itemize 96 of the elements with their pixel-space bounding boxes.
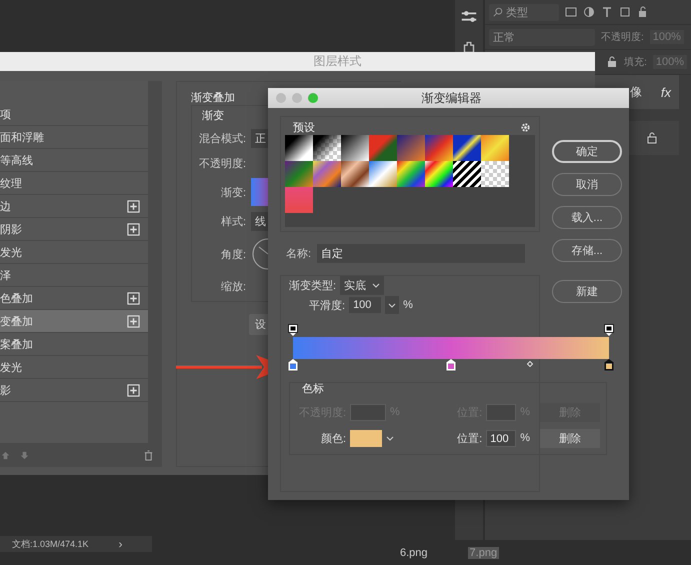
style-label: 阴影 [0, 222, 22, 236]
percent-unit: % [403, 299, 413, 311]
style-label: 样式: [220, 215, 246, 229]
position-label: 位置: [457, 432, 482, 446]
style-label: 泽 [0, 268, 11, 282]
dialog-button[interactable]: 存储... [552, 239, 622, 262]
smoothness-label: 平滑度: [309, 298, 346, 312]
style-item[interactable]: 阴影 [0, 218, 148, 241]
color-swatch[interactable] [350, 430, 382, 446]
style-label: 纹理 [0, 176, 22, 190]
lock-icon [646, 132, 658, 144]
presets-label: 预设 [293, 120, 315, 134]
position-field[interactable]: 100 [486, 430, 516, 446]
window-title: 渐变编辑器 [420, 90, 482, 106]
style-item[interactable]: 面和浮雕 [0, 126, 148, 149]
dialog-button[interactable]: 确定 [552, 140, 622, 163]
group-title: 渐变 [201, 108, 225, 123]
midpoint-diamond-icon[interactable] [527, 361, 533, 367]
dialog-button[interactable]: 载入... [552, 206, 622, 229]
file-name[interactable]: 6.png [400, 547, 428, 559]
group-title: 色标 [301, 382, 325, 396]
shape-icon[interactable] [619, 6, 631, 18]
opacity-stop[interactable] [604, 324, 614, 336]
group-title: 渐变叠加 [191, 90, 235, 105]
add-icon[interactable] [127, 200, 140, 212]
style-item[interactable]: 等高线 [0, 149, 148, 172]
gradient-preset[interactable] [285, 135, 313, 161]
expand-arrow[interactable]: › [118, 537, 123, 551]
filter-dropdown[interactable]: 类型 [489, 4, 559, 20]
style-item[interactable]: 纹理 [0, 172, 148, 195]
opacity-label: 不透明度: [601, 30, 644, 44]
style-label: 项 [0, 108, 11, 122]
name-label: 名称: [286, 247, 312, 261]
add-icon[interactable] [127, 292, 140, 304]
style-label: 色叠加 [0, 292, 33, 306]
percent-unit: % [520, 432, 530, 444]
style-label: 边 [0, 200, 11, 214]
lock-icon[interactable] [606, 56, 618, 68]
delete-button[interactable]: 删除 [540, 428, 600, 448]
settings-icon[interactable] [520, 122, 531, 132]
document-size: 文档:1.03M/474.1K [12, 538, 89, 550]
gradient-label: 渐变: [220, 186, 246, 200]
color-stop[interactable] [604, 359, 614, 371]
half-circle-icon[interactable] [583, 6, 595, 18]
dialog-button[interactable]: 取消 [552, 173, 622, 196]
chevron-icon [372, 281, 380, 289]
gradient-preset[interactable] [453, 161, 481, 187]
style-label: 变叠加 [0, 314, 33, 328]
layer-name: 像 [629, 84, 642, 100]
style-label: 等高线 [0, 154, 33, 168]
style-item[interactable]: 发光 [0, 356, 148, 379]
blend-mode-dropdown[interactable]: 正常 [489, 28, 595, 46]
style-item[interactable]: 项 [0, 103, 148, 126]
gradient-type-label: 渐变类型: [289, 278, 336, 292]
gradient-preset[interactable] [425, 161, 453, 187]
add-icon[interactable] [127, 222, 140, 236]
color-stop[interactable] [288, 359, 298, 371]
gradient-preset[interactable] [313, 135, 341, 161]
style-label: 发光 [0, 246, 22, 260]
style-item[interactable]: 影 [0, 379, 148, 402]
opacity-label: 不透明度: [198, 156, 246, 170]
window-title: 图层样式 [0, 52, 595, 71]
smoothness-field[interactable]: 100 [349, 297, 382, 313]
opacity-stop[interactable] [288, 324, 298, 336]
style-item[interactable]: 案叠加 [0, 333, 148, 356]
gradient-preset[interactable] [341, 135, 369, 161]
blend-mode-label: 混合模式: [198, 132, 246, 146]
gradient-preset[interactable] [453, 135, 481, 161]
add-icon[interactable] [127, 314, 140, 328]
fill-label: 填充: [624, 56, 647, 69]
style-label: 案叠加 [0, 338, 33, 352]
style-label: 面和浮雕 [0, 130, 44, 144]
effects-badge[interactable]: fx [660, 84, 671, 100]
color-stop[interactable] [446, 359, 456, 371]
search-icon [493, 7, 503, 17]
image-icon[interactable] [565, 6, 577, 18]
style-item[interactable]: 发光 [0, 241, 148, 264]
gradient-type-dropdown[interactable]: 实底 [340, 276, 384, 294]
add-icon[interactable] [127, 384, 140, 396]
style-item[interactable]: 变叠加 [0, 310, 148, 333]
lock-icon[interactable] [637, 6, 649, 18]
style-label: 发光 [0, 360, 22, 374]
style-item[interactable]: 泽 [0, 264, 148, 287]
type-icon[interactable] [601, 6, 613, 18]
style-item[interactable]: 边 [0, 195, 148, 218]
style-label: 影 [0, 384, 11, 398]
dialog-button[interactable]: 新建 [552, 280, 622, 303]
angle-label: 角度: [220, 248, 246, 262]
color-label: 颜色: [320, 432, 346, 446]
percent-unit: % [390, 406, 400, 418]
percent-unit: % [520, 406, 530, 418]
scale-label: 缩放: [220, 280, 246, 294]
chevron-icon[interactable] [385, 296, 400, 314]
name-field[interactable]: 自定 [317, 244, 526, 263]
chevron-icon[interactable] [386, 434, 394, 442]
trash-icon[interactable] [143, 450, 154, 460]
